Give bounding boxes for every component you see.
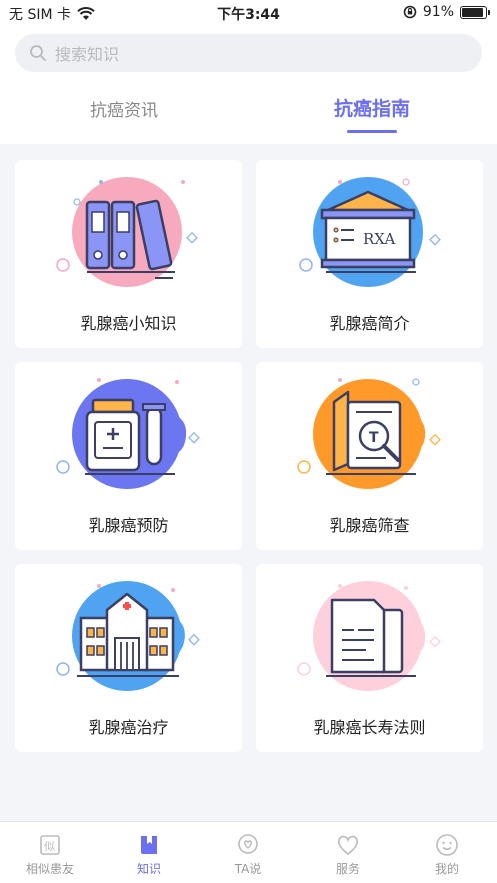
card-intro[interactable]: RXA 乳腺癌简介 (256, 160, 483, 348)
medicine-bottle-icon (56, 378, 200, 489)
book-magnifier-icon: T (297, 378, 441, 489)
card-prevention[interactable]: 乳腺癌预防 (15, 362, 242, 550)
tabbar-label: 服务 (335, 862, 360, 876)
tabbar-knowledge[interactable]: 知识 (99, 832, 199, 877)
card-label: 乳腺癌治疗 (88, 718, 169, 737)
document-icon (297, 581, 441, 691)
tabbar-similar-patients[interactable]: 似 相似患友 (0, 832, 100, 877)
battery-icon (460, 5, 490, 19)
status-bar: 无 SIM 卡 下午3:44 91% (0, 0, 497, 26)
search-placeholder: 搜索知识 (55, 45, 120, 64)
tab-indicator (347, 130, 397, 133)
search-icon (30, 45, 46, 61)
tabbar-service[interactable]: 服务 (298, 832, 398, 877)
smiley-icon (436, 834, 458, 856)
presentation-board-icon: RXA (299, 177, 441, 287)
knowledge-book-icon (141, 836, 157, 854)
tabs: 抗癌资讯 抗癌指南 (0, 92, 497, 144)
tabbar-label: 相似患友 (25, 862, 74, 876)
rotation-lock-icon (403, 5, 417, 19)
tabbar-label: 我的 (434, 862, 459, 876)
heart-icon (337, 835, 359, 856)
search-input[interactable]: 搜索知识 (15, 34, 482, 72)
tab-guide[interactable]: 抗癌指南 (248, 94, 496, 121)
svg-text:似: 似 (44, 840, 55, 853)
bottom-tabbar: 似 相似患友 知识 TA说 服务 我的 (0, 821, 497, 883)
board-text: RXA (363, 230, 395, 248)
card-label: 乳腺癌筛查 (329, 516, 410, 535)
tabbar-label: TA说 (234, 862, 262, 876)
heart-chat-icon (238, 834, 258, 854)
hospital-icon (56, 581, 200, 691)
card-label: 乳腺癌简介 (329, 314, 410, 333)
status-right: 91% (403, 4, 490, 20)
battery-percent: 91% (422, 4, 454, 20)
card-label: 乳腺癌预防 (88, 516, 169, 535)
tabbar-ta-says[interactable]: TA说 (198, 832, 298, 877)
card-label: 乳腺癌长寿法则 (313, 718, 426, 737)
tabbar-label: 知识 (136, 862, 161, 876)
card-treatment[interactable]: 乳腺癌治疗 (15, 564, 242, 752)
svg-text:T: T (369, 430, 379, 446)
tabbar-mine[interactable]: 我的 (397, 832, 497, 877)
similar-patients-icon: 似 (40, 835, 60, 855)
header: 搜索知识 抗癌资讯 抗癌指南 (0, 26, 497, 144)
card-knowledge[interactable]: 乳腺癌小知识 (15, 160, 242, 348)
tab-news[interactable]: 抗癌资讯 (0, 96, 248, 121)
card-label: 乳腺癌小知识 (80, 314, 177, 333)
card-longevity[interactable]: 乳腺癌长寿法则 (256, 564, 483, 752)
card-screening[interactable]: T 乳腺癌筛查 (256, 362, 483, 550)
binders-icon (56, 177, 198, 287)
